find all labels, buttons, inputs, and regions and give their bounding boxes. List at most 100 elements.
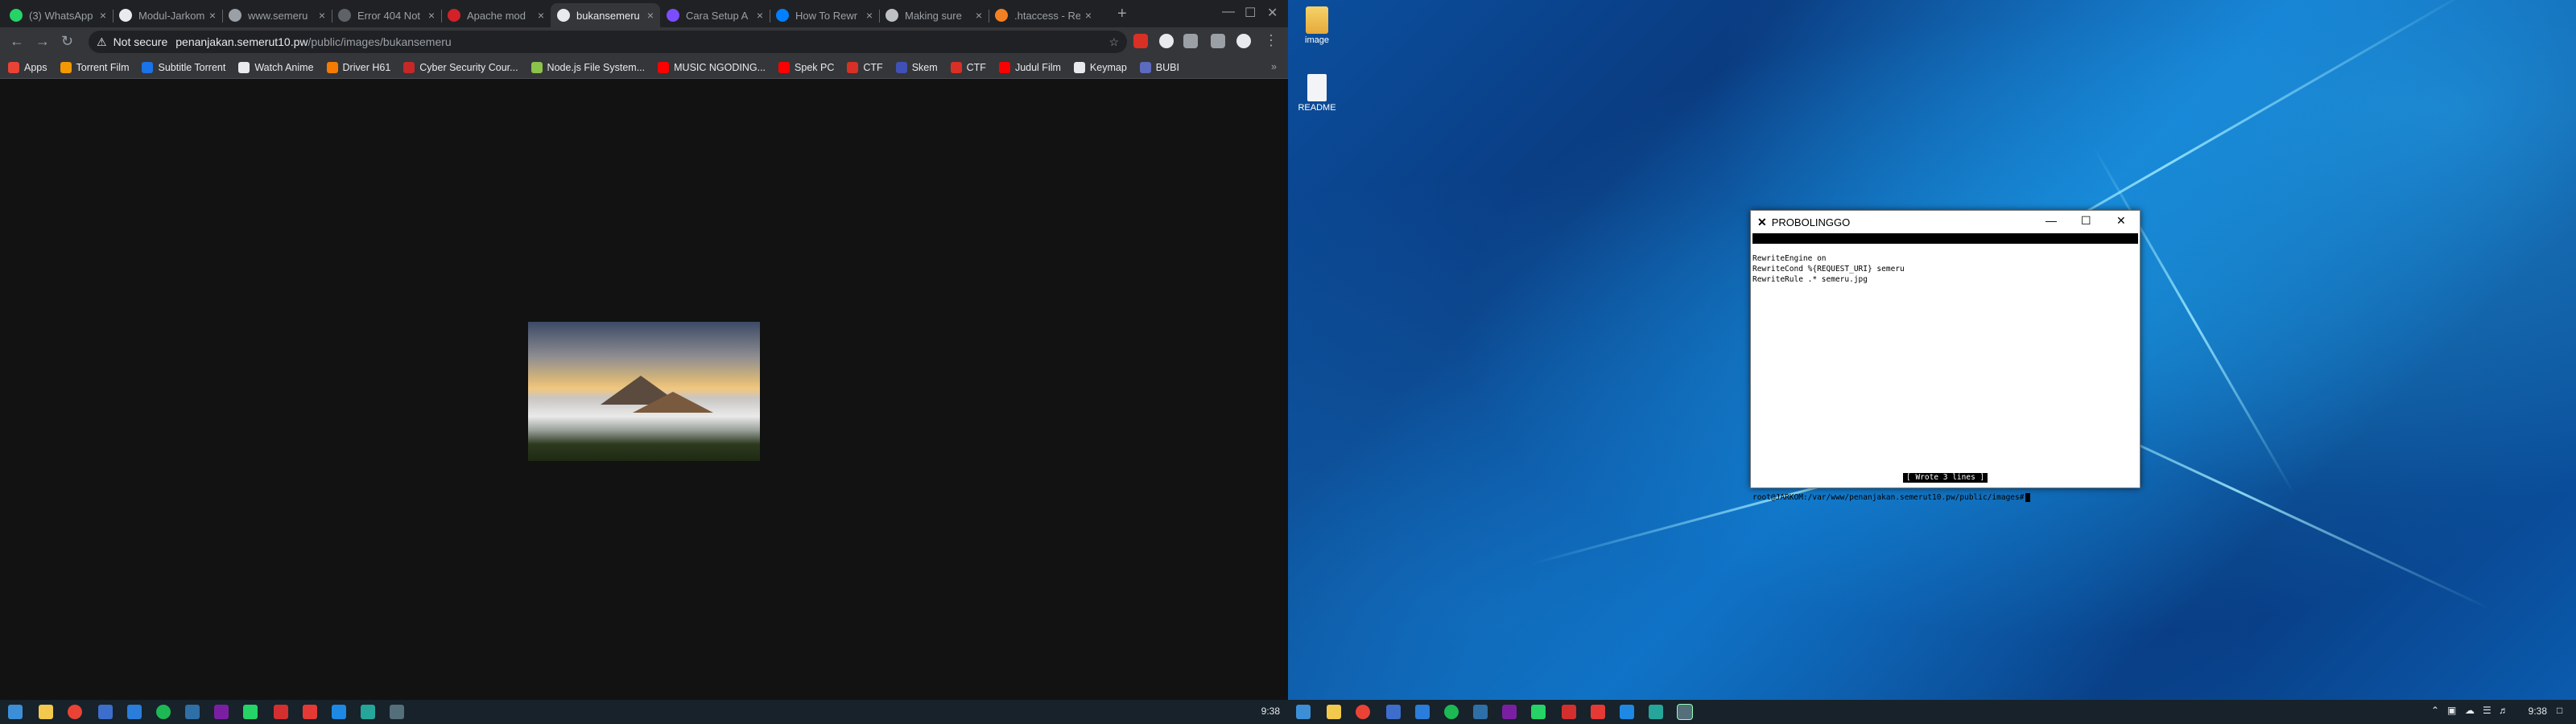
bookmark-item[interactable]: Skem [895,61,938,73]
tab-5[interactable]: Apache mod × [441,3,551,27]
tab-title: .htaccess - Re [1014,9,1080,22]
bookmark-star-icon[interactable]: ☆ [1108,35,1119,49]
nano-header-bar: GNU nano 2.2.6 File: .htaccess [1752,233,2138,264]
edge-icon[interactable] [332,705,346,719]
photoshop-icon[interactable] [185,705,200,719]
close-icon[interactable]: ✕ [2116,214,2126,228]
spotify-icon[interactable] [1444,705,1459,719]
chrome-icon[interactable] [68,705,82,719]
close-icon[interactable]: ✕ [1267,5,1278,21]
tray-chevron-icon[interactable]: ⌃ [2431,705,2439,716]
notification-icon[interactable]: □ [2557,705,2562,716]
bookmark-item[interactable]: Cyber Security Cour... [403,61,518,73]
reload-icon[interactable]: ↻ [61,33,73,50]
terminal-app-icon[interactable] [1386,705,1401,719]
tab-close-icon[interactable]: × [757,9,763,22]
bookmark-item[interactable]: Subtitle Torrent [142,61,225,73]
tab-close-icon[interactable]: × [1085,9,1092,22]
tab-close-icon[interactable]: × [866,9,873,22]
bookmark-item[interactable]: Torrent Film [60,61,129,73]
media-player-icon[interactable] [274,705,288,719]
file-explorer-icon[interactable] [39,705,53,719]
new-tab-icon[interactable]: + [1117,5,1127,23]
tab-close-icon[interactable]: × [538,9,544,22]
premiere-icon[interactable] [1502,705,1517,719]
puzzle-extensions-icon[interactable] [1183,34,1198,48]
premiere-icon[interactable] [214,705,229,719]
start-windows-icon[interactable] [1296,705,1311,719]
bookmark-item[interactable]: Apps [8,61,47,73]
maximize-icon[interactable]: ☐ [2081,214,2091,228]
bookmark-item[interactable]: Node.js File System... [530,61,645,73]
bookmark-item[interactable]: CTF [950,61,986,73]
forward-arrow-icon[interactable]: → [35,33,50,50]
bookmarks-overflow-icon[interactable]: » [1271,61,1277,72]
tray-network-icon[interactable]: ☰ [2483,705,2491,716]
tab-title: (3) WhatsApp [29,9,93,22]
tab-close-icon[interactable]: × [976,9,982,22]
start-windows-icon[interactable] [8,705,23,719]
xming-icon[interactable] [1677,704,1693,720]
bookmark-item[interactable]: Judul Film [998,61,1061,73]
tab-7[interactable]: Cara Setup A × [660,3,770,27]
tab-close-icon[interactable]: × [209,9,216,22]
tab-10[interactable]: .htaccess - Re × [989,3,1098,27]
terminal-app-icon[interactable] [98,705,113,719]
bookmark-item[interactable]: Watch Anime [238,61,314,73]
vscode-icon[interactable] [1415,705,1430,719]
profile-avatar-icon[interactable] [1236,34,1251,48]
filezilla-icon[interactable] [303,705,317,719]
tab-9[interactable]: Making sure × [879,3,989,27]
back-arrow-icon[interactable]: ← [10,33,24,50]
terminal-titlebar[interactable]: ✕ PROBOLINGGO — ☐ ✕ [1751,211,2140,233]
tab-1[interactable]: (3) WhatsApp × [3,3,113,27]
filezilla-icon[interactable] [1591,705,1605,719]
tray-cloud-icon[interactable]: ☁ [2465,705,2475,716]
whatsapp-icon[interactable] [1531,705,1546,719]
desktop-icon-image[interactable]: image [1293,6,1341,45]
address-bar[interactable]: ⚠ Not secure penanjakan.semerut10.pw/pub… [89,31,1127,53]
terminal-body[interactable]: GNU nano 2.2.6 File: .htaccess RewriteEn… [1752,233,2138,502]
tab-close-icon[interactable]: × [647,9,654,22]
network-tool-icon[interactable] [361,705,375,719]
whatsapp-icon[interactable] [243,705,258,719]
bookmark-item[interactable]: Driver H61 [326,61,390,73]
spotify-icon[interactable] [156,705,171,719]
tab-8[interactable]: How To Rewr × [770,3,879,27]
terminal-window[interactable]: ✕ PROBOLINGGO — ☐ ✕ GNU nano 2.2.6 File:… [1750,210,2140,502]
bookmark-item[interactable]: Spek PC [778,61,834,73]
bookmark-item[interactable]: CTF [847,61,883,73]
photoshop-icon[interactable] [1473,705,1488,719]
vscode-icon[interactable] [127,705,142,719]
media-queue-icon[interactable] [1211,34,1225,48]
tab-6[interactable]: bukansemeru × [551,3,660,27]
tab-2[interactable]: Modul-Jarkom × [113,3,222,27]
tab-close-icon[interactable]: × [100,9,106,22]
tab-close-icon[interactable]: × [428,9,435,22]
tray-volume-icon[interactable]: ♬ [2499,705,2508,716]
minimize-icon[interactable]: — [2046,214,2057,227]
bookmark-item[interactable]: MUSIC NGODING... [658,61,766,73]
tab-title: Error 404 Not [357,9,421,22]
browser-tab-bar: (3) WhatsApp × Modul-Jarkom × www.semeru × Err… [0,0,1288,27]
tray-gamepad-icon[interactable]: ▣ [2447,705,2456,716]
extension-icon[interactable] [1159,34,1174,48]
bookmark-item[interactable]: BUBI [1139,61,1179,73]
menu-kebab-icon[interactable]: ⋮ [1264,32,1278,49]
network-tool-icon[interactable] [1649,705,1663,719]
bookmark-item[interactable]: Keymap [1073,61,1127,73]
file-explorer-icon[interactable] [1327,705,1341,719]
tab-close-icon[interactable]: × [319,9,325,22]
warning-icon: ⚠ [97,35,107,48]
tab-4[interactable]: Error 404 Not × [332,3,441,27]
edge-icon[interactable] [1620,705,1634,719]
shell-prompt[interactable]: root@JARKOM:/var/www/penanjakan.semerut1… [1752,492,2031,503]
minimize-icon[interactable]: — [1222,5,1235,19]
media-player-icon[interactable] [1562,705,1576,719]
xming-icon[interactable] [390,705,404,719]
chrome-icon[interactable] [1356,705,1370,719]
desktop-icon-readme[interactable]: README [1293,74,1341,113]
maximize-icon[interactable]: ☐ [1245,5,1256,21]
tab-3[interactable]: www.semeru × [222,3,332,27]
adblock-extension-icon[interactable] [1133,34,1148,48]
